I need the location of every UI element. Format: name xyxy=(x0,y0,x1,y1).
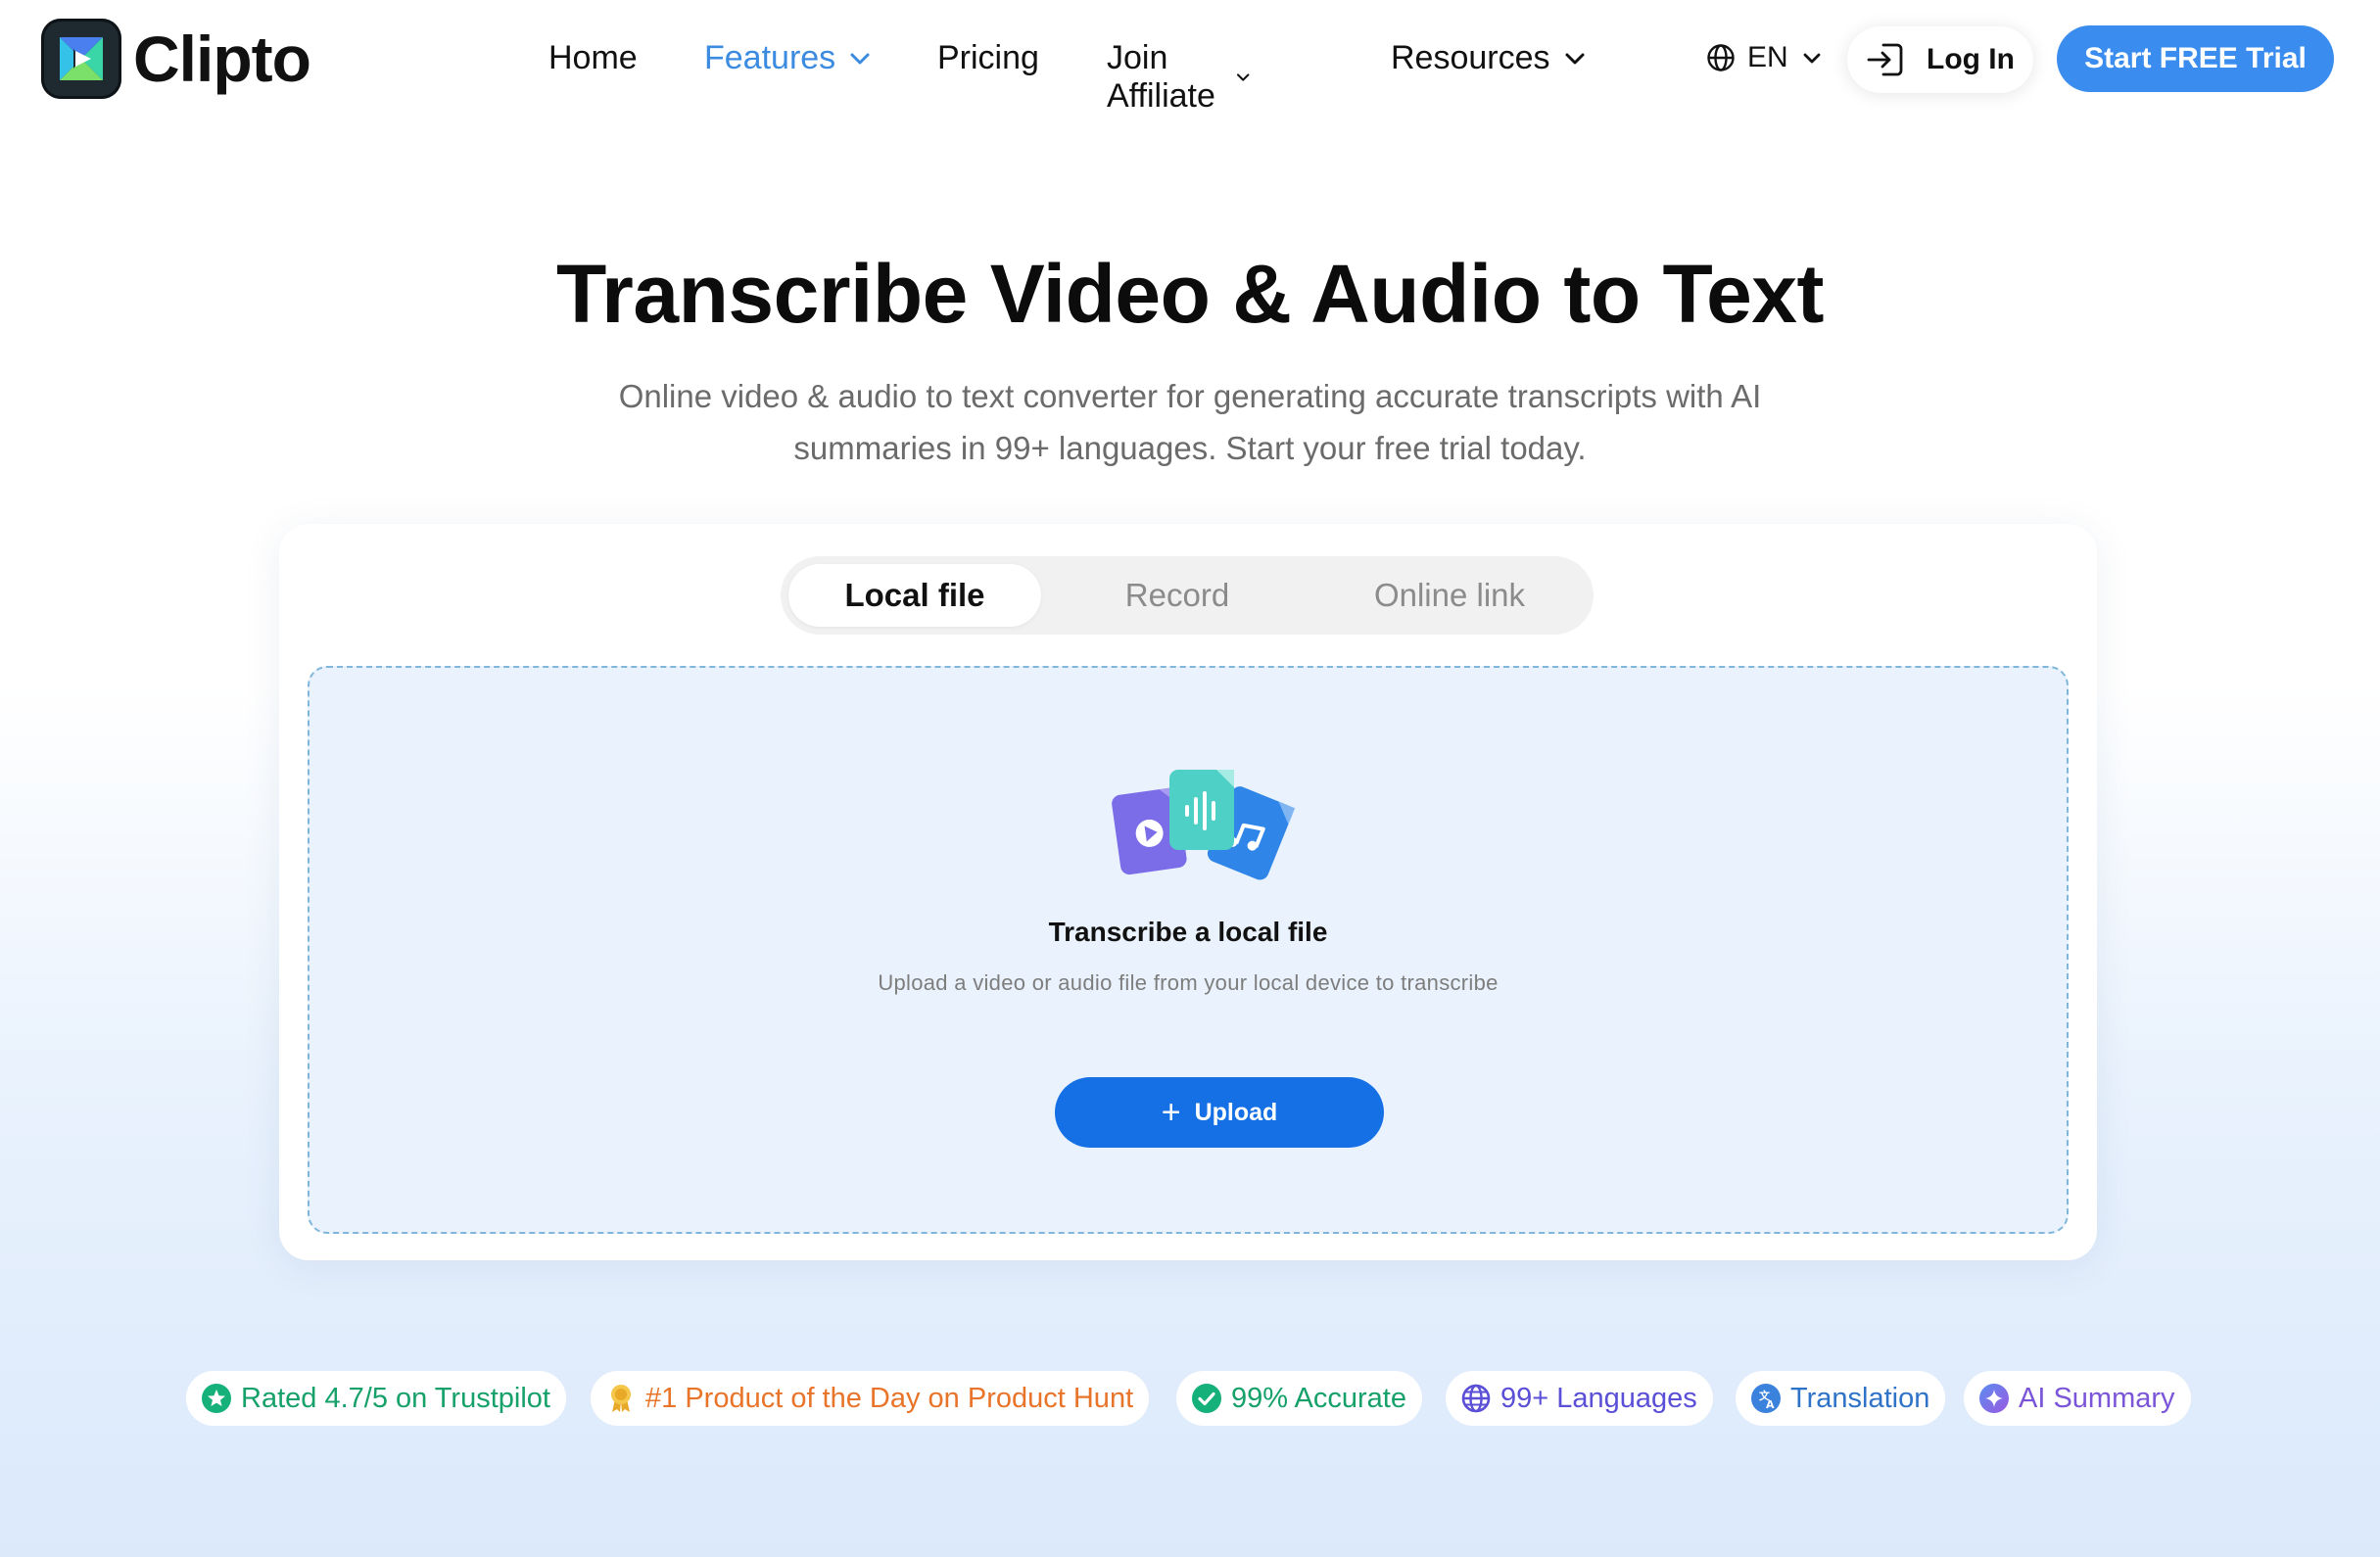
page-subtitle-line-2: summaries in 99+ languages. Start your f… xyxy=(793,430,1587,466)
sparkle-icon xyxy=(1979,1384,2009,1413)
brand-logo[interactable]: Clipto xyxy=(41,18,311,100)
dropzone-title: Transcribe a local file xyxy=(1048,917,1328,947)
page-subtitle-line-1: Online video & audio to text converter f… xyxy=(618,378,1762,414)
check-icon xyxy=(1192,1384,1221,1413)
upload-button[interactable]: + Upload xyxy=(1055,1077,1384,1148)
globe-icon xyxy=(1707,44,1735,71)
badge-accuracy: 99% Accurate xyxy=(1176,1371,1422,1426)
badge-accuracy-label: 99% Accurate xyxy=(1231,1382,1406,1414)
login-icon xyxy=(1867,43,1903,76)
nav-resources-label: Resources xyxy=(1391,39,1550,76)
start-free-trial-button[interactable]: Start FREE Trial xyxy=(2057,25,2334,92)
badge-languages: 99+ Languages xyxy=(1446,1371,1713,1426)
nav-affiliate-label: Join Affiliate xyxy=(1107,39,1215,115)
plus-icon: + xyxy=(1161,1094,1181,1131)
login-label: Log In xyxy=(1927,43,2015,75)
media-files-icon xyxy=(1112,770,1296,880)
file-dropzone[interactable]: Transcribe a local file Upload a video o… xyxy=(308,666,2069,1234)
award-icon xyxy=(611,1385,631,1412)
dropzone-subtitle: Upload a video or audio file from your l… xyxy=(878,970,1499,995)
chevron-down-icon xyxy=(1237,73,1250,81)
nav-join-affiliate[interactable]: Join Affiliate xyxy=(1107,39,1251,116)
nav-pricing-label: Pricing xyxy=(937,39,1039,76)
tab-local-file[interactable]: Local file xyxy=(788,564,1041,627)
badge-ai-summary: AI Summary xyxy=(1964,1371,2191,1426)
nav-pricing[interactable]: Pricing xyxy=(937,39,1039,77)
chevron-down-icon xyxy=(850,53,870,64)
badge-trustpilot: Rated 4.7/5 on Trustpilot xyxy=(186,1371,566,1426)
globe-icon xyxy=(1461,1384,1491,1413)
upload-label: Upload xyxy=(1194,1098,1278,1126)
top-navigation: Clipto Home Features Pricing Join Affili… xyxy=(0,0,2380,121)
badge-product-hunt-label: #1 Product of the Day on Product Hunt xyxy=(645,1382,1134,1414)
brand-name: Clipto xyxy=(133,23,311,95)
badge-translation: 文 A Translation xyxy=(1736,1371,1946,1426)
nav-resources[interactable]: Resources xyxy=(1391,39,1586,77)
tab-online-link[interactable]: Online link xyxy=(1323,564,1576,627)
translate-icon: 文 A xyxy=(1751,1384,1781,1413)
badge-product-hunt: #1 Product of the Day on Product Hunt xyxy=(591,1371,1150,1426)
clipto-logo-icon xyxy=(41,19,121,99)
source-tabs: Local file Record Online link xyxy=(781,556,1594,635)
nav-home[interactable]: Home xyxy=(548,39,638,77)
login-button[interactable]: Log In xyxy=(1847,26,2033,93)
tab-record[interactable]: Record xyxy=(1051,564,1304,627)
nav-features-label: Features xyxy=(704,39,836,76)
badge-trustpilot-label: Rated 4.7/5 on Trustpilot xyxy=(241,1382,550,1414)
page-subtitle: Online video & audio to text converter f… xyxy=(602,370,1778,474)
badge-ai-summary-label: AI Summary xyxy=(2019,1382,2175,1414)
star-icon xyxy=(202,1384,231,1413)
badge-translation-label: Translation xyxy=(1790,1382,1930,1414)
page-title: Transcribe Video & Audio to Text xyxy=(556,248,1825,340)
chevron-down-icon xyxy=(1565,53,1585,64)
chevron-down-icon xyxy=(1803,53,1821,63)
nav-home-label: Home xyxy=(548,39,638,76)
language-code: EN xyxy=(1747,41,1788,73)
badge-languages-label: 99+ Languages xyxy=(1500,1382,1697,1414)
nav-features[interactable]: Features xyxy=(704,39,871,77)
transcribe-card: Local file Record Online link Transcribe… xyxy=(279,524,2097,1260)
language-selector[interactable]: EN xyxy=(1706,41,1822,74)
svg-text:A: A xyxy=(1766,1398,1775,1411)
